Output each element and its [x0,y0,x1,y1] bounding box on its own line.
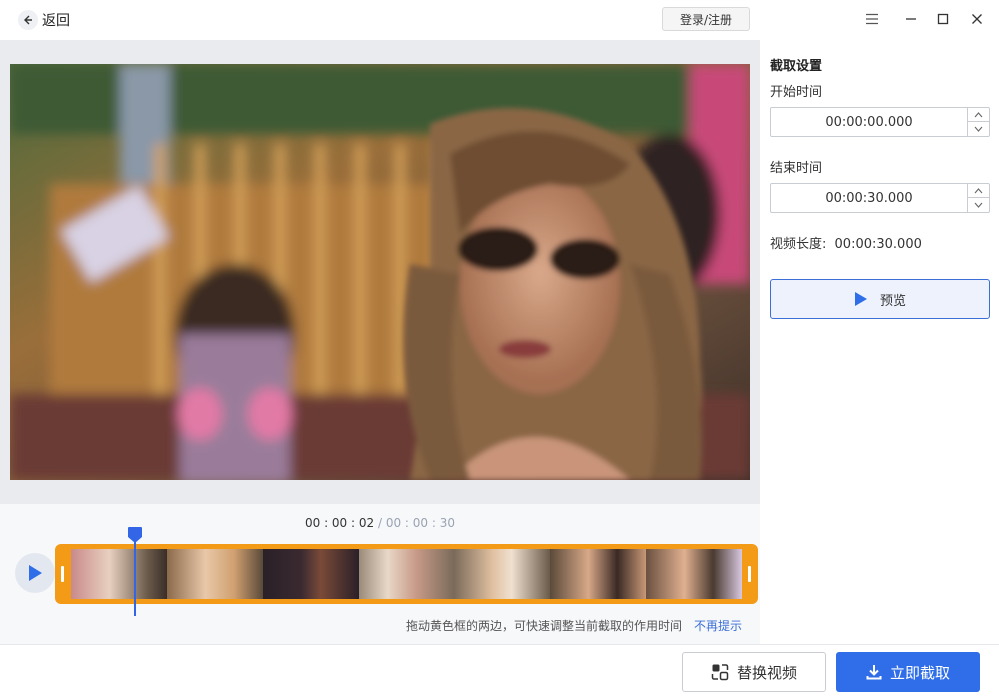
start-time-label: 开始时间 [770,85,823,100]
replace-video-button[interactable]: 替换视频 [682,652,826,692]
close-icon[interactable] [966,8,988,30]
preview-button[interactable]: 预览 [770,279,990,319]
login-register-button[interactable]: 登录/注册 [662,7,750,31]
trim-handle-left[interactable] [61,566,64,582]
play-icon [854,292,867,306]
back-label: 返回 [42,13,70,29]
start-time-stepper [967,108,989,136]
download-icon [866,664,882,680]
time-separator: / [377,516,383,530]
thumbnail-frame [646,549,742,599]
end-time-increment[interactable] [968,184,989,198]
thumbnail-frame [71,549,167,599]
playhead[interactable] [134,538,136,616]
trim-handle-right[interactable] [748,566,751,582]
thumbnail-strip [71,549,742,599]
maximize-icon[interactable] [932,8,954,30]
end-time-stepper [967,184,989,212]
footer-divider [0,644,999,645]
thumbnail-frame [358,549,455,599]
chevron-down-icon [974,202,983,208]
replace-video-label: 替换视频 [736,663,797,682]
thumbnail-frame [454,549,551,599]
back-button[interactable]: 返回 [18,8,70,32]
video-duration: 视频长度: 00:00:30.000 [770,233,922,252]
end-time-label: 结束时间 [770,161,823,176]
play-button[interactable] [15,553,55,593]
menu-icon[interactable] [861,8,883,30]
chevron-up-icon [974,187,983,193]
end-time-decrement[interactable] [968,198,989,212]
thumbnail-frame [550,549,647,599]
arrow-left-icon [18,10,38,30]
duration-label: 视频长度: [770,237,827,252]
title-bar: 返回 登录/注册 [0,0,999,40]
panel-title: 截取设置 [770,59,823,74]
start-time-decrement[interactable] [968,122,989,136]
duration-value: 00:00:30.000 [834,237,922,252]
dont-show-again-link[interactable]: 不再提示 [694,617,742,634]
timecode: 00 : 00 : 02 / 00 : 00 : 30 [0,516,760,530]
thumbnail-frame [166,549,263,599]
start-time-input[interactable] [771,108,967,136]
video-preview[interactable] [10,64,750,480]
capture-now-label: 立即截取 [889,663,950,682]
start-time-increment[interactable] [968,108,989,122]
current-time: 00 : 00 : 02 [304,516,375,530]
end-time-field [770,183,990,213]
total-time: 00 : 00 : 30 [385,516,455,530]
start-time-field [770,107,990,137]
preview-label: 预览 [879,293,906,309]
playhead-handle[interactable] [127,526,143,544]
trim-selection-frame[interactable] [55,544,758,604]
trim-hint-text: 拖动黄色框的两边，可快速调整当前截取的作用时间 [406,619,683,633]
chevron-down-icon [974,126,983,132]
play-icon [29,565,42,581]
end-time-input[interactable] [771,184,967,212]
thumbnail-frame [262,549,359,599]
video-frame-image [10,64,750,480]
capture-now-button[interactable]: 立即截取 [836,652,980,692]
chevron-up-icon [974,111,983,117]
minimize-icon[interactable] [900,8,922,30]
replace-icon [711,663,729,681]
